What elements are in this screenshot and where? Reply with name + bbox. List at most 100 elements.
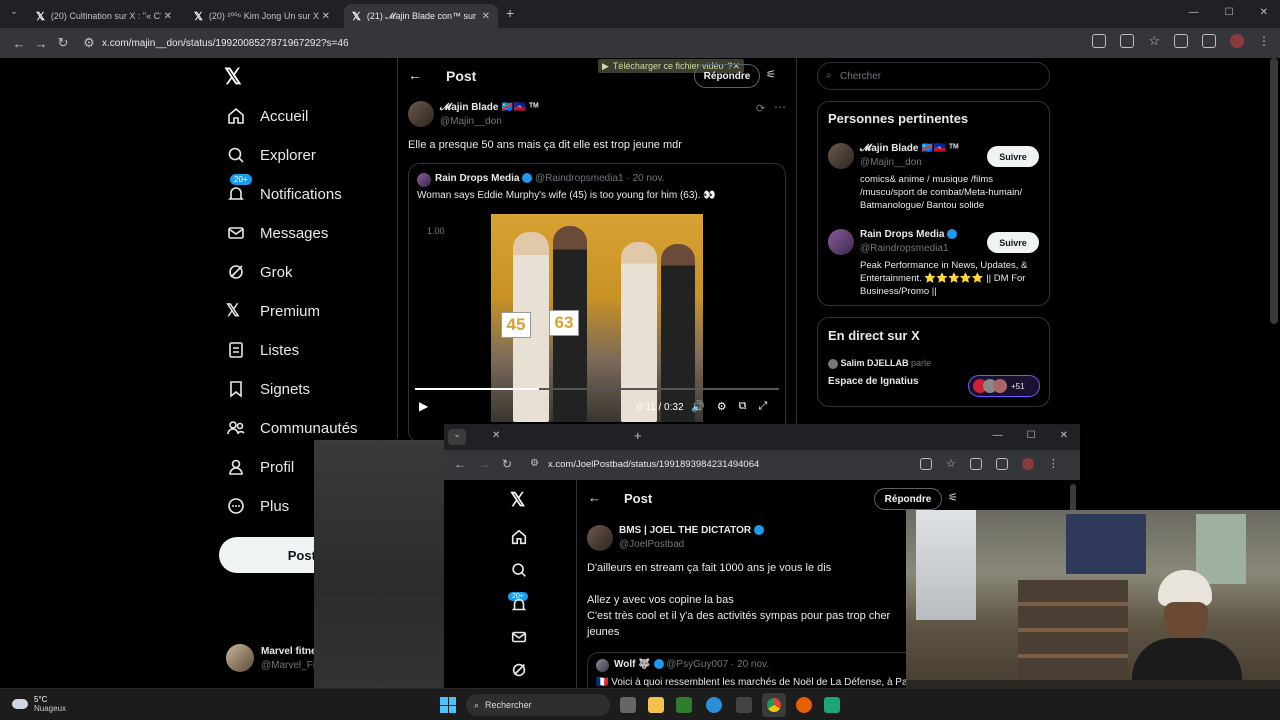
close-window-icon[interactable]: ✕: [1060, 430, 1068, 441]
person-handle[interactable]: @Majin__don: [860, 157, 922, 168]
pip-icon[interactable]: ⧉: [739, 400, 747, 413]
author-name[interactable]: 𝓜ajin Blade 🇨🇩🇭🇹 ᵀᴹ: [440, 102, 538, 113]
url-field[interactable]: x.com/JoelPostbad/status/199189398423149…: [548, 459, 759, 470]
volume-icon[interactable]: 🔊: [691, 400, 705, 413]
nav-item-listes[interactable]: Listes: [226, 336, 299, 364]
nav-item-plus[interactable]: Plus: [226, 492, 289, 520]
cast-icon[interactable]: [1120, 34, 1135, 48]
browser-tab-3[interactable]: 𝕏 (21) 𝓜ajin Blade con™ sur X : ✕: [344, 4, 498, 28]
minimize-icon[interactable]: —: [1189, 7, 1199, 18]
install-icon[interactable]: [1092, 34, 1107, 48]
author-handle[interactable]: @Majin__don: [440, 116, 502, 127]
tune-icon[interactable]: ⚟: [948, 491, 958, 504]
media-icon[interactable]: [1202, 34, 1216, 48]
tab-list-dropdown[interactable]: ⌄: [6, 6, 22, 22]
profile-avatar[interactable]: [1021, 458, 1034, 470]
nav-item-grok[interactable]: Grok: [226, 258, 293, 286]
settings-gear-icon[interactable]: ⚙: [717, 400, 727, 413]
close-tab-icon[interactable]: ✕: [164, 11, 172, 22]
bookmark-star-icon[interactable]: ☆: [1148, 34, 1160, 48]
maximize-icon[interactable]: ☐: [1027, 430, 1036, 441]
app-icon[interactable]: [824, 697, 840, 713]
back-arrow-icon[interactable]: ←: [588, 490, 601, 505]
extensions-icon[interactable]: [1174, 34, 1188, 48]
close-window-icon[interactable]: ✕: [1260, 7, 1268, 18]
video-player[interactable]: 1.00 45 63 ▶ 0:11 / 0:32 🔊 ⚙ ⧉ ⤢: [413, 214, 781, 422]
x-logo-icon[interactable]: 𝕏: [510, 489, 525, 512]
author-handle[interactable]: @JoelPostbad: [619, 539, 684, 550]
store-icon[interactable]: [736, 697, 752, 713]
search-input[interactable]: ⌕ Chercher: [817, 62, 1050, 90]
browser-tab-1[interactable]: 𝕏 (20) Cultination sur X : "« C'est l ✕: [28, 4, 180, 28]
menu-icon[interactable]: ⋮: [1258, 34, 1270, 48]
author-avatar[interactable]: [408, 101, 434, 127]
bookmark-star-icon[interactable]: ☆: [946, 458, 956, 470]
follow-button[interactable]: Suivre: [987, 146, 1039, 167]
close-tab-icon[interactable]: ✕: [322, 11, 330, 22]
reply-button[interactable]: Répondre: [694, 64, 760, 88]
reload-icon[interactable]: ↻: [502, 457, 512, 471]
new-tab-button[interactable]: +: [506, 5, 514, 21]
back-icon[interactable]: ←: [454, 457, 466, 471]
reply-button[interactable]: Répondre: [874, 488, 942, 510]
media-icon[interactable]: [995, 458, 1008, 470]
live-host-row[interactable]: Salim DJELLAB parle: [828, 358, 931, 369]
cast-icon[interactable]: [920, 458, 932, 470]
file-explorer-icon[interactable]: [648, 697, 664, 713]
firefox-icon[interactable]: [796, 697, 812, 713]
taskbar-search[interactable]: ⌕ Rechercher: [466, 694, 610, 716]
account-switcher[interactable]: Marvel fitne @Marvel_Fi: [226, 644, 317, 674]
extensions-icon[interactable]: [969, 458, 982, 470]
person-name[interactable]: Rain Drops Media: [860, 229, 958, 240]
url-field[interactable]: x.com/majin__don/status/1992008527871967…: [102, 38, 349, 49]
site-info-icon[interactable]: ⚙: [78, 32, 100, 54]
nvidia-icon[interactable]: [676, 697, 692, 713]
video-progress-track[interactable]: [415, 388, 779, 390]
play-icon[interactable]: ▶: [419, 399, 428, 413]
forward-icon[interactable]: →: [478, 457, 490, 471]
x-logo-icon[interactable]: 𝕏: [224, 64, 242, 90]
new-tab-button[interactable]: +: [634, 428, 642, 443]
browser-tab-2[interactable]: 𝕏 (20) ²⁰⁰⁶ Kim Jong Un sur X : " ✕: [186, 4, 338, 28]
nav-item-profil[interactable]: Profil: [226, 453, 294, 481]
mail-icon[interactable]: [510, 628, 528, 646]
follow-button[interactable]: Suivre: [987, 232, 1039, 253]
person-handle[interactable]: @Raindropsmedia1: [860, 243, 949, 254]
nav-item-messages[interactable]: Messages: [226, 219, 328, 247]
reload-icon[interactable]: ↻: [52, 32, 74, 54]
quoted-post[interactable]: Rain Drops Media @Raindropsmedia1 · 20 n…: [408, 163, 786, 443]
forward-icon[interactable]: →: [30, 32, 52, 54]
nav-item-accueil[interactable]: Accueil: [226, 102, 308, 130]
grok-icon[interactable]: [510, 661, 528, 679]
live-space-name[interactable]: Espace de Ignatius: [828, 376, 919, 387]
bell-icon[interactable]: [510, 596, 528, 614]
grok-post-icon[interactable]: ⟳: [756, 102, 765, 115]
nav-item-signets[interactable]: Signets: [226, 375, 310, 403]
author-name-row[interactable]: BMS | JOEL THE DICTATOR: [619, 525, 764, 536]
close-tab-icon[interactable]: ✕: [482, 11, 490, 22]
nav-item-communautes[interactable]: Communautés: [226, 414, 358, 442]
minimize-icon[interactable]: —: [993, 430, 1003, 441]
maximize-icon[interactable]: ☐: [1225, 7, 1234, 18]
nav-item-premium[interactable]: 𝕏 Premium: [226, 297, 320, 325]
author-avatar[interactable]: [587, 525, 613, 551]
task-view-icon[interactable]: [620, 697, 636, 713]
tab-list-dropdown[interactable]: ⌄: [448, 429, 466, 445]
menu-icon[interactable]: ⋮: [1048, 458, 1059, 470]
window-controls[interactable]: — ☐ ✕: [1189, 7, 1268, 18]
chrome-icon[interactable]: [762, 693, 786, 717]
tune-icon[interactable]: ⚟: [766, 68, 776, 81]
fullscreen-icon[interactable]: ⤢: [758, 400, 767, 413]
more-icon[interactable]: ⋯: [774, 100, 786, 114]
nav-item-notifications[interactable]: 20+ Notifications: [226, 174, 342, 208]
person-avatar[interactable]: [828, 143, 854, 169]
weather-widget[interactable]: 5°C Nuageux: [12, 695, 66, 713]
profile-avatar[interactable]: [1230, 34, 1244, 48]
person-avatar[interactable]: [828, 229, 854, 255]
close-tab-icon[interactable]: ✕: [492, 430, 500, 441]
back-icon[interactable]: ←: [8, 32, 30, 54]
edge-icon[interactable]: [706, 697, 722, 713]
home-icon[interactable]: [510, 528, 528, 546]
search-icon[interactable]: [510, 561, 528, 579]
site-info-icon[interactable]: ⚙: [530, 458, 539, 469]
